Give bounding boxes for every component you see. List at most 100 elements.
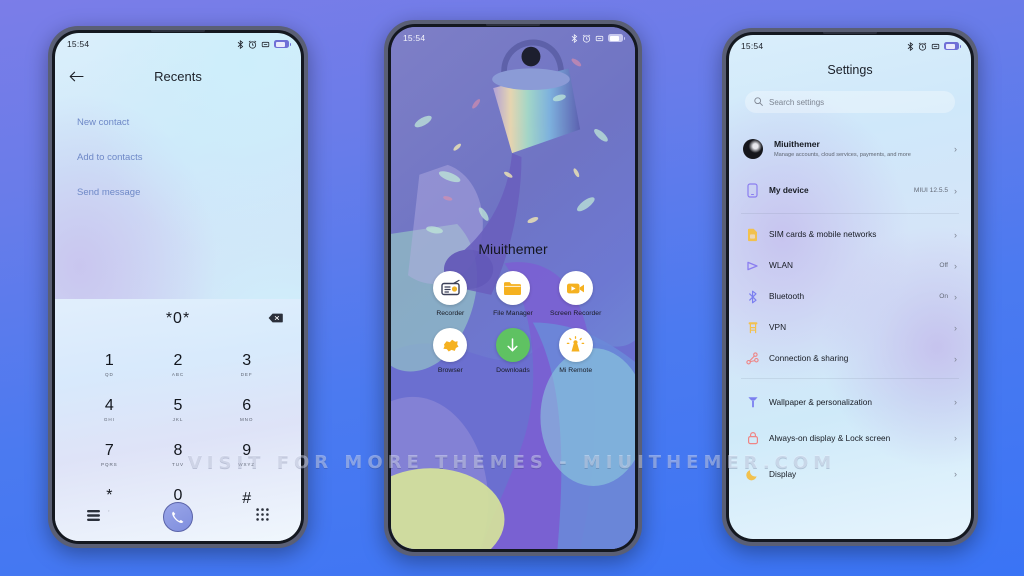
bluetooth-icon [571,33,578,43]
call-handset-icon[interactable] [162,502,193,532]
personalization-group: Wallpaper & personalization › Always-on … [729,385,971,491]
row-label: VPN [769,322,787,333]
chevron-right-icon: › [954,144,957,154]
row-display[interactable]: Display › [729,457,971,491]
earpiece-speaker [823,32,877,34]
status-clock: 15:54 [67,39,90,49]
app-browser[interactable]: Browser [419,328,482,375]
key-9[interactable]: 9 WXYZ [212,433,281,477]
status-clock: 15:54 [741,41,764,51]
bluetooth-icon [743,290,762,304]
key-digit: 9 [242,442,252,460]
status-bar: 15:54 [391,27,635,49]
key-letters: JKL [172,416,184,422]
app-recorder[interactable]: Recorder [419,271,482,318]
row-label: My device [769,185,809,196]
chevron-right-icon: › [954,291,957,302]
alarm-icon [582,34,591,43]
account-subtitle: Manage accounts, cloud services, payment… [774,151,911,158]
earpiece-speaker [151,30,205,32]
key-1[interactable]: 1 QD [75,343,144,387]
moon-icon [743,468,762,481]
brush-icon [743,395,762,409]
link-add-to-contacts[interactable]: Add to contacts [55,140,301,175]
battery-icon [944,42,961,50]
key-2[interactable]: 2 ABC [144,343,213,387]
phone-icon [743,183,762,198]
dialed-number: *0* [165,310,191,327]
browser-map-icon [433,328,468,363]
download-arrow-icon [495,328,530,363]
key-3[interactable]: 3 DEF [212,343,281,387]
row-label: SIM cards & mobile networks [769,229,877,240]
row-value: On [939,293,948,300]
key-letters: GHI [103,416,115,422]
row-bluetooth[interactable]: Bluetooth On › [729,281,971,312]
divider [741,213,959,214]
vibrate-icon [595,34,604,43]
key-6[interactable]: 6 MNO [212,388,281,432]
link-send-message[interactable]: Send message [55,175,301,210]
row-wallpaper[interactable]: Wallpaper & personalization › [729,385,971,419]
row-label: WLAN [769,260,793,271]
row-label: Display [769,468,797,479]
chevron-right-icon: › [954,322,957,333]
app-mi-remote[interactable]: Mi Remote [544,328,607,375]
status-bar: 15:54 [55,33,301,55]
chevron-right-icon: › [954,353,957,364]
account-row[interactable]: Miuithemer Manage accounts, cloud servic… [729,127,971,171]
app-label: Mi Remote [559,367,593,375]
row-wlan[interactable]: WLAN Off › [729,250,971,281]
app-label: File Manager [493,310,533,317]
phone-home-screen: 15:54 Miuithemer Recorder File Manager S… [384,20,642,556]
key-letters: ABC [171,371,185,377]
key-digit: 3 [242,352,252,370]
app-label: Recorder [436,310,465,317]
search-settings-field[interactable]: Search settings [745,91,955,113]
search-placeholder: Search settings [769,97,825,107]
app-label: Downloads [496,367,530,375]
vibrate-icon [931,42,940,51]
backspace-icon[interactable] [268,310,283,328]
key-digit: 5 [173,397,183,415]
app-file-manager[interactable]: File Manager [482,271,545,318]
chevron-right-icon: › [954,185,957,196]
recorder-icon [433,271,468,305]
key-7[interactable]: 7 PQRS [75,433,144,477]
key-letters: WXYZ [238,461,256,467]
row-connection-sharing[interactable]: Connection & sharing › [729,343,971,374]
key-5[interactable]: 5 JKL [144,388,213,432]
row-vpn[interactable]: VPN › [729,312,971,343]
row-sim-cards[interactable]: SIM cards & mobile networks › [729,219,971,250]
page-title: Settings [827,63,873,77]
key-digit: 4 [104,397,114,415]
key-8[interactable]: 8 TUV [144,433,213,477]
vpn-icon [743,321,762,335]
avatar [743,139,763,159]
key-digit: 2 [173,352,183,370]
row-value: Off [939,262,948,269]
row-my-device[interactable]: My device MIUI 12.5.5 › [729,175,971,206]
key-letters: TUV [172,461,184,467]
connection-share-icon [743,352,762,365]
dialer-action-links: New contact Add to contacts Send message [55,105,301,210]
link-new-contact[interactable]: New contact [55,105,301,140]
dialer-appbar: Recents [55,59,301,93]
network-group: SIM cards & mobile networks › WLAN Off › [729,219,971,374]
key-digit: 6 [242,397,252,415]
folder-title: Miuithemer [478,241,548,257]
page-title: Recents [154,68,202,84]
battery-icon [274,40,291,48]
key-4[interactable]: 4 GHI [75,388,144,432]
vibrate-icon [261,40,270,49]
chevron-right-icon: › [954,260,957,271]
search-icon [754,96,763,108]
keypad-grid-icon[interactable] [256,508,270,526]
row-always-on-display[interactable]: Always-on display & Lock screen › [729,419,971,457]
app-downloads[interactable]: Downloads [482,328,545,375]
sim-card-icon [743,228,762,242]
alarm-icon [248,40,257,49]
app-screen-recorder[interactable]: Screen Recorder [544,271,607,318]
contacts-list-icon[interactable] [86,508,100,526]
app-label: Browser [437,367,463,375]
